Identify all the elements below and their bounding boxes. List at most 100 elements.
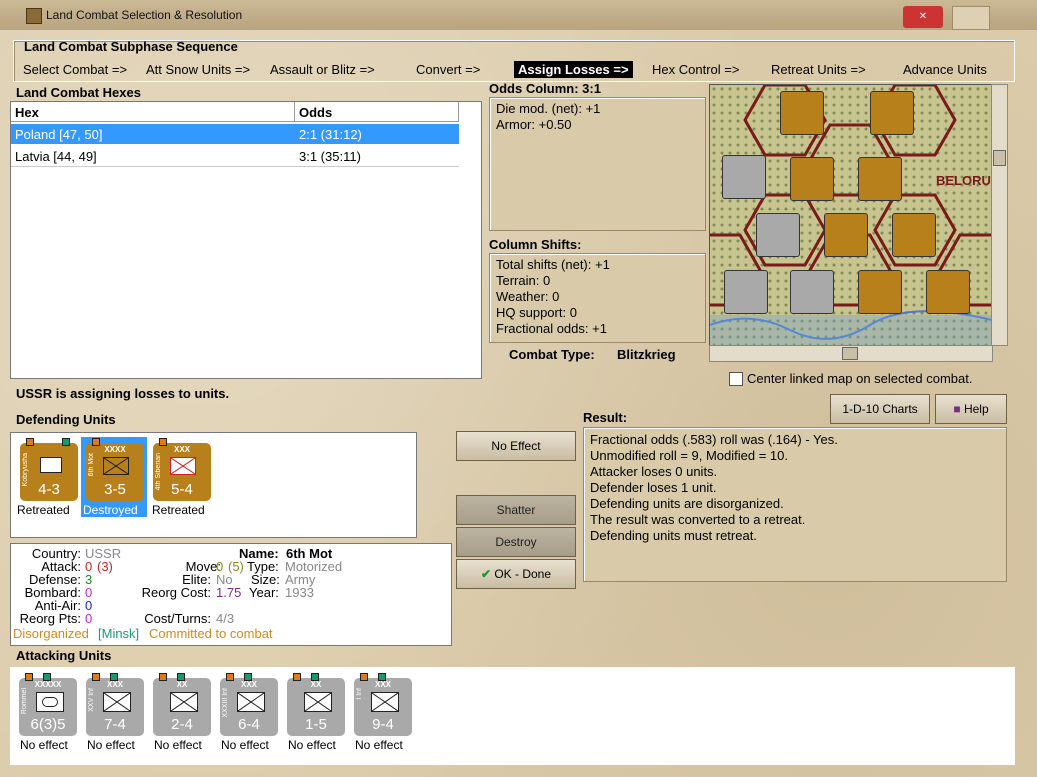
step-assign-losses: Assign Losses => bbox=[514, 61, 633, 78]
step-att-snow: Att Snow Units => bbox=[146, 62, 251, 77]
maximize-button[interactable] bbox=[952, 6, 990, 30]
checkmark-icon: ✔ bbox=[480, 567, 491, 581]
map-region-label: BELORU bbox=[936, 173, 991, 188]
infantry-symbol-icon bbox=[371, 692, 399, 712]
map-unit-german[interactable] bbox=[722, 155, 766, 199]
subphase-heading: Land Combat Subphase Sequence bbox=[24, 39, 238, 54]
map-unit-soviet[interactable] bbox=[790, 157, 834, 201]
odds-line: Die mod. (net): +1 bbox=[496, 101, 601, 116]
odds-panel: Die mod. (net): +1 Armor: +0.50 bbox=[489, 97, 706, 231]
help-button[interactable]: ■ Help bbox=[935, 394, 1007, 424]
attacking-heading: Attacking Units bbox=[16, 648, 112, 663]
hq-symbol-icon bbox=[40, 457, 62, 473]
unit-size: XX bbox=[176, 680, 188, 689]
result-panel: Fractional odds (.583) roll was (.164) -… bbox=[583, 427, 1007, 582]
help-label: Help bbox=[963, 402, 989, 416]
map-unit-soviet[interactable] bbox=[858, 270, 902, 314]
linked-map[interactable]: BELORU bbox=[709, 84, 993, 346]
title-bar: Land Combat Selection & Resolution ✕ bbox=[0, 0, 1037, 31]
map-vertical-scrollbar[interactable] bbox=[991, 84, 1008, 346]
hex-cell: Poland [47, 50] bbox=[15, 127, 103, 142]
center-map-checkbox[interactable] bbox=[729, 372, 743, 386]
ok-done-button[interactable]: ✔ OK - Done bbox=[456, 559, 576, 589]
armor-symbol-icon bbox=[36, 692, 64, 712]
step-advance: Advance Units bbox=[903, 62, 987, 77]
unit-strength: 2-4 bbox=[171, 716, 193, 733]
unit-strength: 5-4 bbox=[171, 481, 193, 498]
table-row[interactable]: Poland [47, 50] 2:1 (31:12) bbox=[11, 124, 459, 144]
hex-cell: Latvia [44, 49] bbox=[15, 149, 97, 164]
defending-unit[interactable]: XXXX 6th Mot 3-5 bbox=[86, 438, 144, 501]
reorg-cost-label: Reorg Cost: bbox=[141, 585, 211, 600]
no-effect-button[interactable]: No Effect bbox=[456, 431, 576, 461]
infantry-symbol-icon bbox=[304, 692, 332, 712]
map-unit-soviet-air[interactable] bbox=[870, 91, 914, 135]
result-line: Unmodified roll = 9, Modified = 10. bbox=[590, 448, 788, 463]
map-unit-soviet[interactable] bbox=[824, 213, 868, 257]
reorg-value: 0 bbox=[85, 611, 93, 626]
column-header-hex[interactable]: Hex bbox=[11, 102, 295, 122]
unit-name: I Inf bbox=[356, 688, 363, 700]
unit-name: Rommel bbox=[21, 688, 28, 715]
result-line: The result was converted to a retreat. bbox=[590, 512, 806, 527]
motorized-symbol-icon bbox=[103, 457, 129, 475]
charts-button[interactable]: 1-D-10 Charts bbox=[830, 394, 930, 424]
combat-type-value: Blitzkrieg bbox=[617, 347, 676, 362]
map-unit-soviet[interactable] bbox=[926, 270, 970, 314]
hexes-table: Hex Odds Poland [47, 50] 2:1 (31:12) Lat… bbox=[10, 101, 482, 379]
column-header-odds[interactable]: Odds bbox=[295, 102, 459, 122]
hexes-heading: Land Combat Hexes bbox=[16, 85, 141, 100]
result-line: Defender loses 1 unit. bbox=[590, 480, 717, 495]
unit-status: No effect bbox=[355, 738, 403, 752]
unit-marker bbox=[26, 438, 34, 446]
unit-strength: 9-4 bbox=[372, 716, 394, 733]
step-convert: Convert => bbox=[416, 62, 481, 77]
attacking-unit[interactable]: XX 1-5 bbox=[287, 673, 345, 736]
status-message: USSR is assigning losses to units. bbox=[16, 386, 230, 401]
help-book-icon: ■ bbox=[953, 402, 961, 416]
odds-cell: 3:1 (35:11) bbox=[299, 149, 361, 164]
unit-strength: 1-5 bbox=[305, 716, 327, 733]
result-line: Defending units are disorganized. bbox=[590, 496, 784, 511]
attacking-unit[interactable]: XXX XXV Inf 7-4 bbox=[86, 673, 144, 736]
attacking-unit[interactable]: XXX I Inf 9-4 bbox=[354, 673, 412, 736]
result-line: Defending units must retreat. bbox=[590, 528, 757, 543]
flag-committed: Committed to combat bbox=[149, 626, 273, 641]
attacking-unit[interactable]: XX 2-4 bbox=[153, 673, 211, 736]
odds-cell: 2:1 (31:12) bbox=[299, 127, 362, 142]
defending-unit[interactable]: XXX 4th Siberian 5-4 bbox=[153, 438, 211, 501]
map-unit-german[interactable] bbox=[724, 270, 768, 314]
unit-strength: 6(3)5 bbox=[30, 716, 66, 733]
flag-disorganized: Disorganized bbox=[13, 626, 89, 641]
reorg-cost-value: 1.75 bbox=[216, 585, 242, 600]
attacking-unit[interactable]: XXX XXXIII Inf 6-4 bbox=[220, 673, 278, 736]
ok-done-label: OK - Done bbox=[494, 567, 552, 581]
map-unit-german[interactable] bbox=[790, 270, 834, 314]
attacking-unit[interactable]: XXXXX Rommel 6(3)5 bbox=[19, 673, 77, 736]
map-unit-german[interactable] bbox=[756, 213, 800, 257]
unit-strength: 4-3 bbox=[38, 481, 60, 498]
attack-paren-value: (3) bbox=[97, 559, 113, 574]
map-unit-soviet[interactable] bbox=[780, 91, 824, 135]
map-unit-soviet-air[interactable] bbox=[858, 157, 902, 201]
defending-heading: Defending Units bbox=[16, 412, 116, 427]
result-line: Fractional odds (.583) roll was (.164) -… bbox=[590, 432, 838, 447]
table-row[interactable]: Latvia [44, 49] 3:1 (35:11) bbox=[11, 146, 459, 167]
map-horizontal-scrollbar[interactable] bbox=[709, 345, 993, 362]
combat-type-label: Combat Type: bbox=[509, 347, 595, 362]
shift-line: Total shifts (net): +1 bbox=[496, 257, 610, 272]
map-unit-soviet-air[interactable] bbox=[892, 213, 936, 257]
defending-unit[interactable]: Kobryusha 4-3 bbox=[20, 438, 78, 501]
scroll-thumb[interactable] bbox=[993, 150, 1006, 166]
infantry-symbol-icon bbox=[237, 692, 265, 712]
scroll-thumb[interactable] bbox=[842, 347, 858, 360]
destroy-button[interactable]: Destroy bbox=[456, 527, 576, 557]
shatter-button[interactable]: Shatter bbox=[456, 495, 576, 525]
infantry-symbol-icon bbox=[170, 457, 196, 475]
year-label: Year: bbox=[249, 585, 279, 600]
step-hex-control: Hex Control => bbox=[652, 62, 740, 77]
step-select-combat: Select Combat => bbox=[23, 62, 128, 77]
unit-name: 6th Mot bbox=[88, 453, 95, 477]
unit-strength: 3-5 bbox=[104, 481, 126, 498]
close-button[interactable]: ✕ bbox=[903, 6, 943, 28]
